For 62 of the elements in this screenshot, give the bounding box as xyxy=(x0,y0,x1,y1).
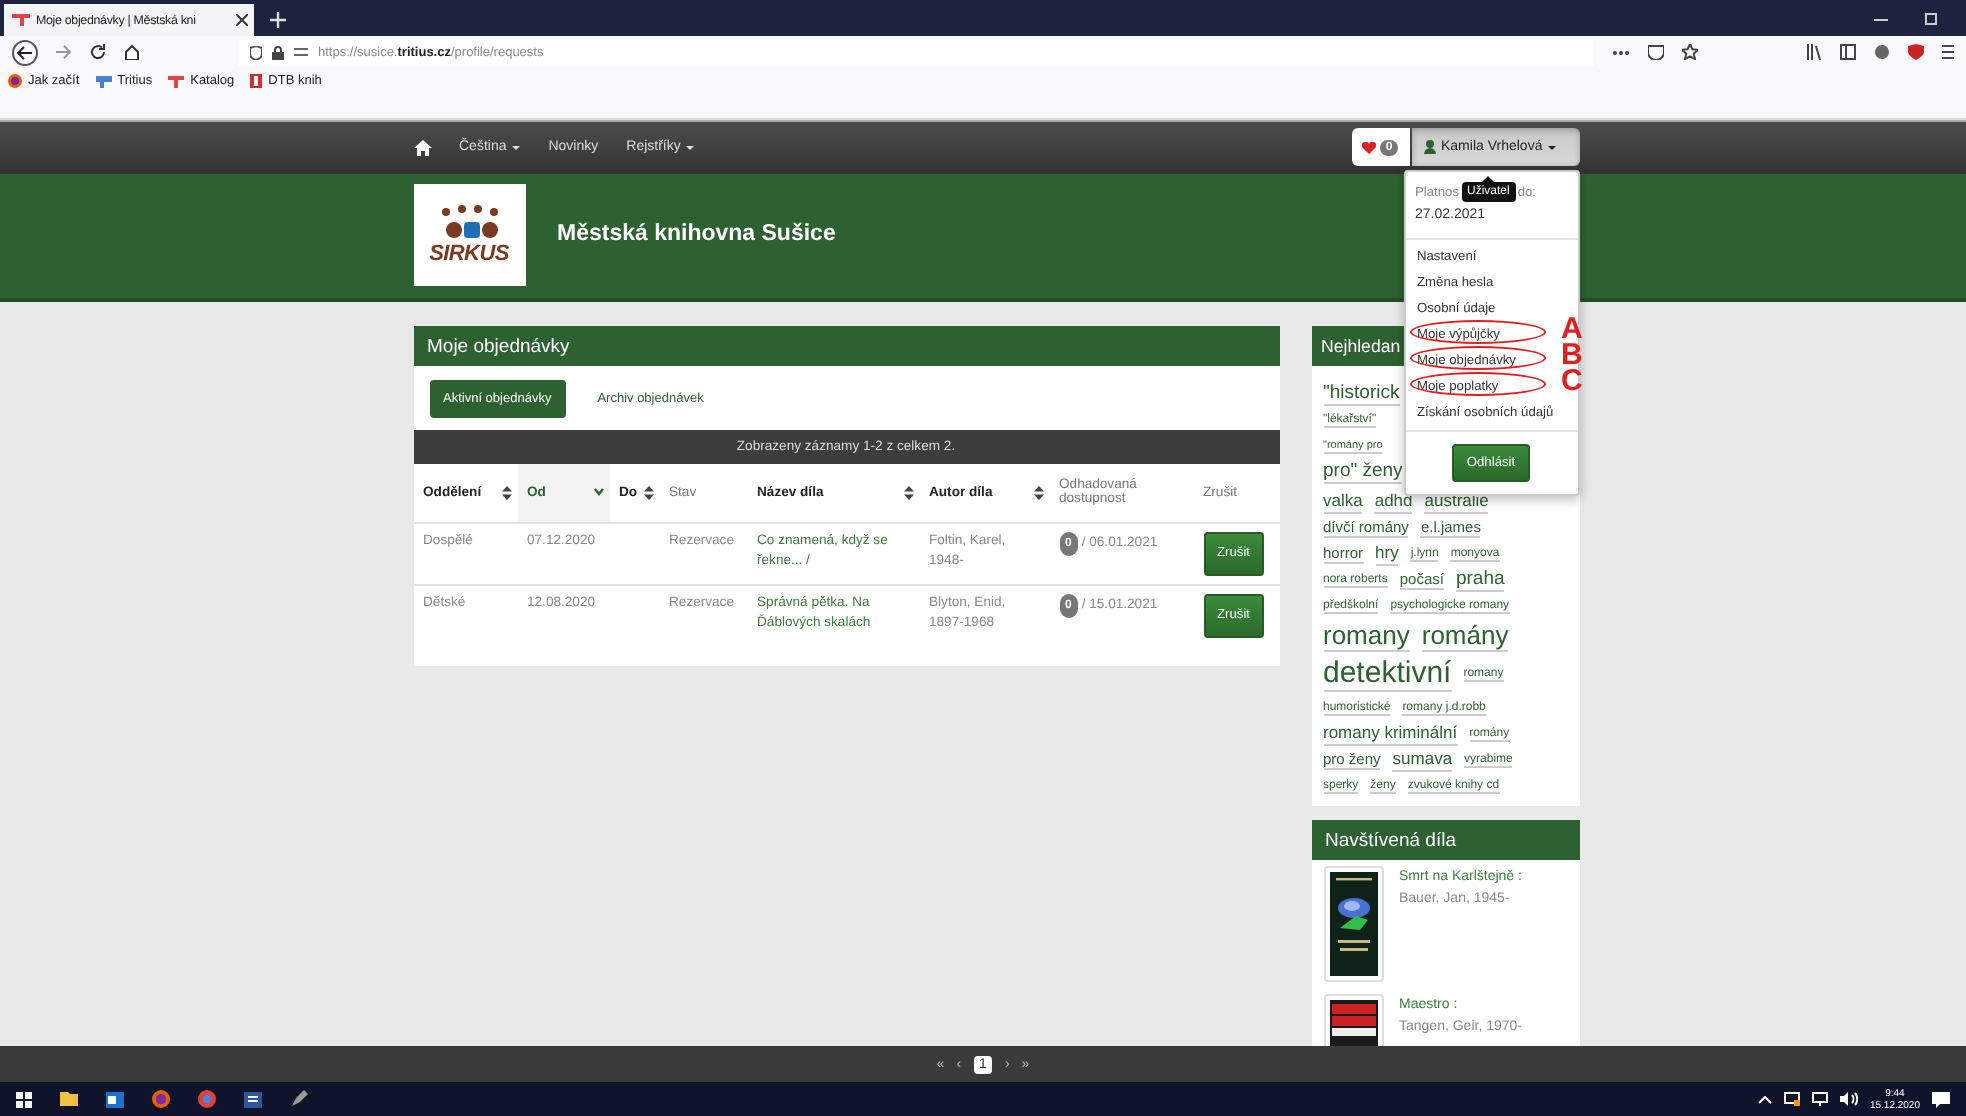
sort-icon xyxy=(643,485,653,500)
network-icon[interactable] xyxy=(1811,1092,1828,1106)
tag-link[interactable]: valka xyxy=(1323,492,1363,514)
document-icon[interactable] xyxy=(244,1091,262,1107)
logo-text: SIRKUS xyxy=(429,241,509,265)
chevron-down-icon xyxy=(593,488,603,497)
annotation-ellipse xyxy=(1409,346,1545,370)
home-icon[interactable] xyxy=(413,139,431,155)
plus-icon[interactable] xyxy=(270,12,286,28)
globe-icon xyxy=(8,74,22,88)
globe-icon[interactable] xyxy=(152,1090,170,1108)
pen-icon[interactable] xyxy=(290,1090,308,1108)
flag-icon xyxy=(95,75,112,87)
annotation-letter: B xyxy=(1561,340,1583,370)
forward-icon[interactable] xyxy=(56,44,72,60)
more-icon[interactable] xyxy=(1612,49,1630,55)
user-icon xyxy=(1423,140,1435,154)
folder-icon[interactable] xyxy=(60,1092,78,1106)
panel-header: Moje objednávky xyxy=(413,326,1279,366)
notification-icon[interactable] xyxy=(1932,1091,1950,1107)
annotation-ellipse xyxy=(1409,372,1545,396)
tag-link[interactable]: adhd xyxy=(1374,492,1413,514)
home-icon[interactable] xyxy=(124,44,140,60)
tag-link[interactable]: hry xyxy=(1375,544,1399,566)
tag-link[interactable]: detektivní xyxy=(1323,657,1452,693)
tag-link[interactable]: australie xyxy=(1424,492,1489,514)
chevron-up-icon[interactable] xyxy=(1757,1095,1772,1103)
tag-link[interactable]: "historick xyxy=(1323,383,1400,407)
reload-icon[interactable] xyxy=(90,44,106,60)
sort-icon xyxy=(501,485,511,500)
lock-icon xyxy=(272,45,284,59)
monitor-icon[interactable] xyxy=(1783,1092,1800,1106)
sort-icon xyxy=(1033,485,1043,500)
book-icon xyxy=(250,74,263,88)
tag-link[interactable]: praha xyxy=(1455,569,1505,593)
back-icon[interactable] xyxy=(12,39,38,65)
sidebar-icon[interactable] xyxy=(1840,44,1856,60)
close-icon[interactable] xyxy=(236,14,248,26)
library-title: Městská knihovna Sušice xyxy=(557,222,836,246)
star-icon[interactable] xyxy=(1682,44,1698,60)
shield-icon[interactable] xyxy=(1908,44,1924,60)
annotation-letter: C xyxy=(1561,366,1583,396)
tag-link[interactable]: sumava xyxy=(1392,750,1453,772)
menu-icon[interactable] xyxy=(1942,44,1954,60)
windows-icon[interactable] xyxy=(16,1091,32,1107)
sort-icon xyxy=(903,485,913,500)
heart-icon xyxy=(1361,141,1376,153)
shield-icon xyxy=(250,45,262,59)
site-icon xyxy=(12,14,30,26)
site-icon xyxy=(168,75,185,87)
sliders-icon xyxy=(294,46,308,58)
circle-icon[interactable] xyxy=(198,1090,216,1108)
panel-header: Navštívená díla xyxy=(1311,820,1579,860)
pocket-icon[interactable] xyxy=(1648,44,1664,60)
library-icon[interactable] xyxy=(1806,44,1822,60)
tag-link[interactable]: romány xyxy=(1421,621,1509,653)
speaker-icon[interactable] xyxy=(1839,1092,1858,1106)
tag-link[interactable]: romany kriminální xyxy=(1323,724,1458,746)
tag-link[interactable]: pro" ženy xyxy=(1323,461,1403,485)
annotation-ellipse xyxy=(1409,320,1545,344)
maximize-icon[interactable] xyxy=(1924,12,1938,26)
tag-link[interactable]: romany xyxy=(1323,621,1410,653)
